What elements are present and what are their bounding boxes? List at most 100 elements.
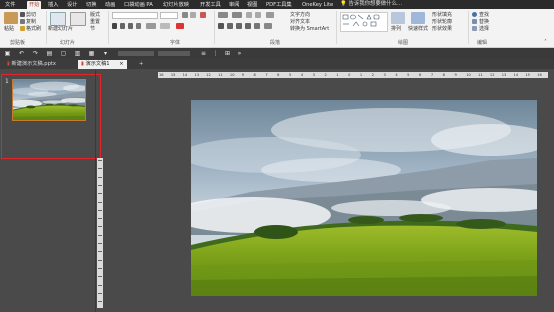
tab-pdf-tools[interactable]: PDF工具集 [266, 1, 292, 9]
undo-icon[interactable]: ↶ [18, 50, 25, 57]
shape-effects-button[interactable]: 形状效果 [432, 26, 452, 32]
replace-button[interactable]: 替换 [479, 19, 489, 25]
convert-smartart-button[interactable]: 转换为 SmartArt [290, 26, 329, 32]
slide-canvas[interactable] [191, 100, 537, 296]
cut-button[interactable]: 剪切 [26, 12, 36, 18]
save-icon[interactable]: ▣ [4, 50, 11, 57]
ruler-tick [98, 267, 102, 269]
qat-combo[interactable] [158, 51, 190, 56]
align-right-icon[interactable] [236, 23, 242, 29]
tab-view[interactable]: 视图 [247, 1, 257, 9]
doc-tab[interactable]: ▮ 新建演示文稿.pptx [4, 60, 59, 69]
slide-thumbnail-1[interactable] [12, 79, 86, 121]
editing-group-label: 编辑 [477, 40, 488, 46]
arrange-button[interactable]: 排列 [391, 26, 401, 32]
line-spacing-icon[interactable] [266, 12, 274, 18]
text-direction-button[interactable]: 文字方向 [290, 12, 310, 18]
increase-indent-icon[interactable] [255, 12, 261, 18]
section-button[interactable]: 节 [90, 26, 95, 32]
vertical-ruler [97, 158, 103, 308]
font-size-combo[interactable] [160, 12, 178, 19]
layout-button[interactable]: 版式 [90, 12, 100, 18]
tab-developer[interactable]: 开发工具 [200, 1, 221, 9]
align-icon[interactable]: ≡ [200, 50, 207, 57]
ruler-tick [98, 284, 102, 286]
font-color-icon[interactable] [176, 23, 184, 29]
change-case-icon[interactable] [160, 23, 170, 29]
tab-file[interactable]: 文件 [5, 1, 15, 9]
char-spacing-icon[interactable] [146, 23, 156, 29]
columns-icon[interactable] [264, 23, 272, 29]
pane-splitter[interactable] [95, 70, 96, 312]
ruler-tick [98, 168, 102, 170]
distribute-icon[interactable]: ⋮ [212, 50, 219, 57]
new-file-icon[interactable]: ▢ [60, 50, 67, 57]
font-name-combo[interactable] [112, 12, 158, 19]
distributed-icon[interactable] [254, 23, 260, 29]
tab-transitions[interactable]: 切换 [86, 1, 96, 9]
qat-combo[interactable] [118, 51, 154, 56]
doc-tab-active[interactable]: ▮ 演示文稿1 × [78, 60, 127, 69]
paste-button[interactable]: 粘贴 [4, 26, 14, 32]
strikethrough-icon[interactable] [136, 23, 141, 29]
tab-insert[interactable]: 插入 [48, 1, 58, 9]
start-slideshow-icon[interactable]: ▤ [46, 50, 53, 57]
shape-fill-button[interactable]: 形状填充 [432, 12, 452, 18]
tab-onekey[interactable]: OneKey Lite [302, 1, 333, 9]
collapse-ribbon-icon[interactable]: ˄ [544, 39, 547, 46]
tab-animations[interactable]: 动画 [105, 1, 115, 9]
select-button[interactable]: 选择 [479, 26, 489, 32]
ruler-tick [98, 209, 102, 211]
select-icon [472, 26, 477, 31]
format-painter-button[interactable]: 格式刷 [26, 26, 41, 32]
open-file-icon[interactable]: ▥ [74, 50, 81, 57]
tab-review[interactable]: 审阅 [229, 1, 239, 9]
close-tab-icon[interactable]: × [119, 61, 123, 67]
tab-home[interactable]: 开始 [27, 1, 42, 9]
numbering-icon[interactable] [232, 12, 242, 18]
quick-styles-button[interactable]: 快速样式 [408, 26, 428, 32]
ruler-number: 16 [537, 73, 542, 77]
ruler-number: 1 [359, 73, 363, 77]
underline-icon[interactable] [128, 23, 133, 29]
new-slide-button[interactable]: 新建幻灯片 [48, 26, 73, 32]
grow-font-icon[interactable] [182, 12, 188, 18]
bold-icon[interactable] [112, 23, 117, 29]
redo-icon[interactable]: ↷ [32, 50, 39, 57]
shrink-font-icon[interactable] [190, 12, 196, 18]
new-tab-icon[interactable]: + [136, 60, 146, 69]
print-icon[interactable]: ▦ [88, 50, 95, 57]
ruler-number: 14 [182, 73, 188, 77]
ruler-number: 6 [277, 73, 280, 77]
tab-slideshow[interactable]: 幻灯片放映 [163, 1, 189, 9]
customize-qat-icon[interactable]: ▾ [102, 50, 109, 57]
justify-icon[interactable] [245, 23, 251, 29]
align-center-icon[interactable] [227, 23, 233, 29]
italic-icon[interactable] [120, 23, 125, 29]
clear-format-icon[interactable] [200, 12, 206, 18]
ruler-tick [98, 160, 102, 161]
find-button[interactable]: 查找 [479, 12, 489, 18]
ruler-tick [98, 201, 102, 203]
tab-design[interactable]: 设计 [67, 1, 77, 9]
bullets-icon[interactable] [218, 12, 228, 18]
paragraph-group-label: 段落 [270, 40, 281, 46]
ruler-number: 13 [194, 73, 200, 77]
reset-button[interactable]: 重置 [90, 19, 100, 25]
tab-pocket-animation[interactable]: 口袋动画 PA [124, 1, 153, 9]
shape-outline-button[interactable]: 形状轮廓 [432, 19, 452, 25]
ruler-number: 4 [300, 73, 304, 77]
ruler-number: 10 [466, 73, 471, 77]
align-left-icon[interactable] [218, 23, 224, 29]
group-icon[interactable]: ⊞ [224, 50, 231, 57]
more-icon[interactable]: » [236, 50, 243, 57]
drawing-group-label: 绘图 [398, 40, 409, 46]
copy-button[interactable]: 复制 [26, 19, 36, 25]
align-text-button[interactable]: 对齐文本 [290, 19, 310, 25]
ruler-number: 15 [170, 73, 176, 77]
shapes-gallery[interactable] [340, 12, 388, 32]
tell-me-search[interactable]: 💡 告诉我你想要做什么... [340, 0, 402, 9]
decrease-indent-icon[interactable] [246, 12, 252, 18]
ruler-tick [98, 292, 102, 294]
ruler-number: 5 [289, 73, 292, 77]
